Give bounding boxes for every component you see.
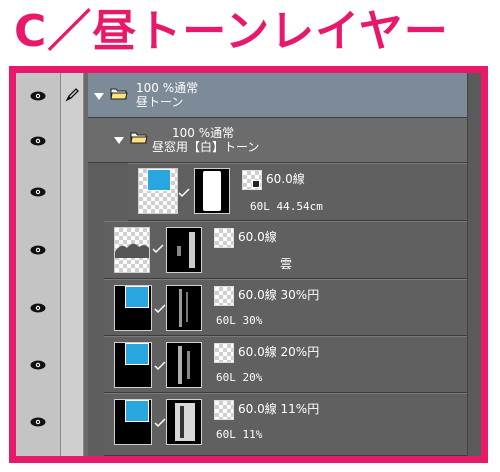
layer-folder-row[interactable]: 100 %通常 昼窓用【白】トーン — [16, 118, 481, 163]
eye-icon[interactable] — [30, 187, 46, 197]
layer-thumbnail — [114, 227, 150, 273]
layer-thumbnail — [138, 168, 178, 214]
check-icon — [152, 244, 164, 254]
folder-icon — [110, 88, 128, 100]
layer-thumbnail — [114, 342, 152, 388]
check-icon — [154, 304, 166, 314]
layer-row[interactable]: 60.0線 雲 — [16, 221, 481, 279]
layer-mask-thumbnail — [166, 227, 202, 273]
layer-thumbnail — [114, 285, 152, 331]
check-icon — [178, 188, 190, 198]
tone-icon — [214, 228, 234, 248]
expand-triangle-icon[interactable] — [114, 137, 124, 144]
pen-icon[interactable] — [64, 87, 80, 103]
tone-icon — [214, 286, 234, 306]
layer-sub-label: 60L 44.54cm — [250, 200, 323, 213]
layer-row[interactable]: 60.0線 60L 44.54cm — [16, 163, 481, 221]
layer-row[interactable]: 60.0線 20%円 60L 20% — [16, 336, 481, 393]
layer-thumbnail — [114, 399, 152, 445]
layer-row[interactable]: 60.0線 30%円 60L 30% — [16, 279, 481, 336]
layer-tone-label: 60.0線 30%円 — [238, 288, 320, 302]
eye-icon[interactable] — [30, 245, 46, 255]
tone-icon — [214, 343, 234, 363]
eye-icon[interactable] — [30, 136, 46, 146]
layer-mask-thumbnail — [166, 399, 202, 445]
layer-panel: 100 %通常 昼トーン 100 %通常 昼窓用【白】トーン 60.0線 60L… — [9, 66, 488, 463]
layer-sub-label: 雲 — [280, 257, 293, 271]
tone-icon — [214, 400, 234, 420]
layer-tone-label: 60.0線 — [238, 230, 277, 244]
eye-icon[interactable] — [30, 360, 46, 370]
tone-icon — [242, 170, 262, 190]
eye-icon[interactable] — [30, 417, 46, 427]
layer-tone-label: 60.0線 20%円 — [238, 345, 320, 359]
layer-sub-label: 60L 11% — [216, 428, 263, 441]
layer-row[interactable]: 60.0線 11%円 60L 11% — [16, 393, 481, 456]
folder-name: 昼トーン — [136, 95, 184, 109]
expand-triangle-icon[interactable] — [94, 93, 104, 100]
folder-blend-label: 100 %通常 — [172, 126, 235, 140]
layer-tone-label: 60.0線 11%円 — [238, 402, 320, 416]
layer-folder-row[interactable]: 100 %通常 昼トーン — [16, 73, 481, 118]
folder-blend-label: 100 %通常 — [136, 81, 199, 95]
eye-icon[interactable] — [30, 91, 46, 101]
layer-sub-label: 60L 30% — [216, 314, 263, 327]
page-title: C／昼トーンレイヤー — [14, 6, 449, 57]
folder-icon — [130, 132, 148, 144]
layer-mask-thumbnail — [166, 285, 202, 331]
layer-mask-thumbnail — [166, 342, 202, 388]
eye-icon[interactable] — [30, 303, 46, 313]
folder-name: 昼窓用【白】トーン — [152, 140, 260, 154]
check-icon — [154, 418, 166, 428]
layer-tone-label: 60.0線 — [266, 172, 305, 186]
layer-mask-thumbnail — [194, 168, 230, 214]
layer-sub-label: 60L 20% — [216, 371, 263, 384]
check-icon — [154, 361, 166, 371]
